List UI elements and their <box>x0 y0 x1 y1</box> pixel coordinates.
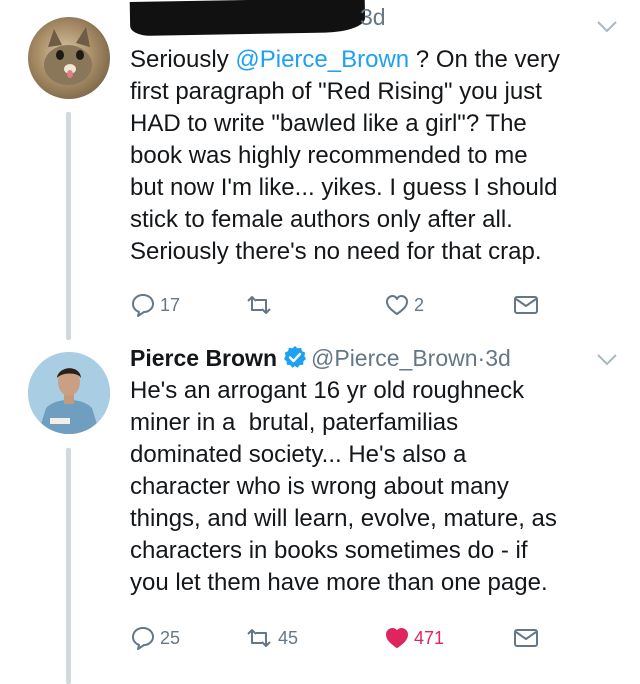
tweet-text-start: Seriously <box>130 46 236 73</box>
chevron-down-icon[interactable] <box>596 20 618 34</box>
reply-button[interactable]: 25 <box>130 623 180 653</box>
cat-photo <box>44 27 92 85</box>
tweet-1[interactable]: 3d Seriously @Pierce_Brown ? On the very… <box>0 0 640 340</box>
envelope-icon <box>514 629 538 647</box>
redacted-author <box>129 0 366 37</box>
tweet-time[interactable]: 3d <box>360 4 386 31</box>
like-count: 2 <box>414 294 425 315</box>
heart-icon <box>386 628 408 648</box>
author-handle[interactable]: @Pierce_Brown <box>311 345 478 371</box>
tweet-header: Pierce Brown @Pierce_Brown·3d <box>130 343 600 373</box>
tweet-actions: 17 2 <box>130 290 560 320</box>
author-avatar[interactable] <box>28 17 110 99</box>
tweet-2[interactable]: Pierce Brown @Pierce_Brown·3d He's an arr… <box>0 340 640 684</box>
tweet-text-rest: ? On the very first paragraph of "Red Ri… <box>130 46 560 265</box>
tweet-text: Seriously @Pierce_Brown ? On the very fi… <box>130 44 620 268</box>
message-button[interactable] <box>512 290 540 320</box>
reply-icon <box>132 294 154 317</box>
tweet-actions: 25 45 471 <box>130 623 560 653</box>
tweet-time[interactable]: 3d <box>485 345 511 371</box>
verified-badge-icon <box>284 346 306 368</box>
like-button[interactable]: 471 <box>384 623 444 653</box>
reply-count: 25 <box>160 627 181 648</box>
retweet-button[interactable] <box>244 290 274 320</box>
thread-line <box>66 112 71 340</box>
like-button[interactable]: 2 <box>384 290 424 320</box>
tweet-text: He's an arrogant 16 yr old roughneck min… <box>130 377 557 596</box>
author-name[interactable]: Pierce Brown <box>130 345 277 371</box>
reply-count: 17 <box>160 294 181 315</box>
thread-line <box>66 448 71 684</box>
retweet-count: 45 <box>278 627 299 648</box>
chevron-down-icon[interactable] <box>596 353 618 367</box>
mention-link[interactable]: @Pierce_Brown <box>235 46 409 73</box>
reply-icon <box>132 627 154 650</box>
like-count: 471 <box>414 627 445 648</box>
message-button[interactable] <box>512 623 540 653</box>
retweet-button[interactable]: 45 <box>244 623 298 653</box>
retweet-icon <box>247 296 271 314</box>
retweet-icon <box>247 629 271 647</box>
reply-button[interactable]: 17 <box>130 290 180 320</box>
author-photo <box>28 352 110 434</box>
heart-icon <box>386 295 408 315</box>
author-avatar[interactable] <box>28 352 110 434</box>
envelope-icon <box>514 296 538 314</box>
